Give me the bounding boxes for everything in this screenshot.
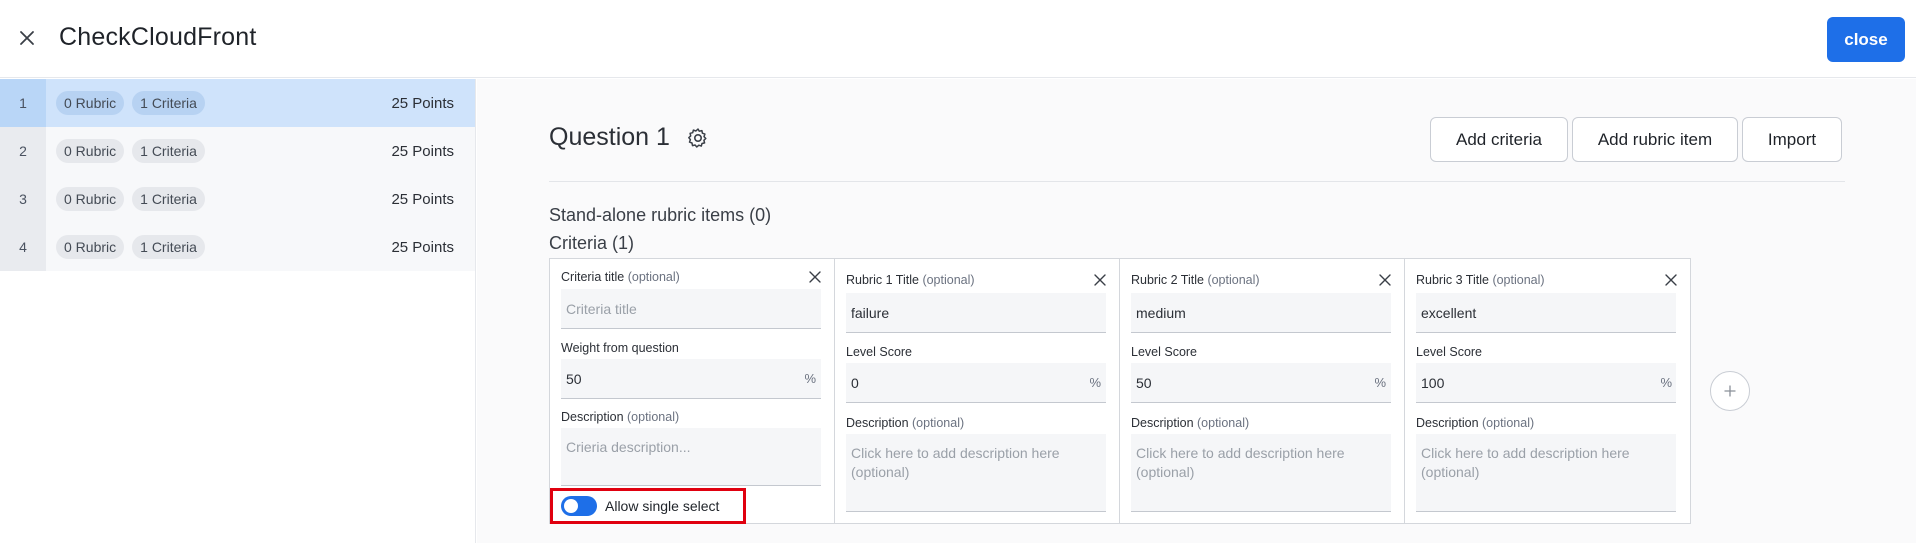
description-label: Description (optional) [1131, 416, 1250, 430]
rubric-description-input[interactable] [846, 434, 1106, 512]
question-number: 3 [0, 175, 46, 223]
close-icon[interactable] [1664, 273, 1678, 287]
rubric-count-badge: 0 Rubric [56, 91, 125, 115]
level-score-label: Level Score [1416, 345, 1483, 359]
add-rubric-column-button[interactable] [1710, 371, 1750, 411]
allow-single-select-label: Allow single select [605, 498, 720, 514]
toggle-knob [564, 499, 578, 513]
question-points: 25 Points [391, 190, 454, 208]
rubric-count-badge: 0 Rubric [56, 187, 125, 211]
rubric-count-badge: 0 Rubric [56, 139, 125, 163]
description-label: Description (optional) [846, 416, 965, 430]
rubric-title-input[interactable] [1416, 293, 1676, 333]
weight-label: Weight from question [561, 341, 679, 355]
rubric-count-badge: 0 Rubric [56, 235, 125, 259]
description-label: Description (optional) [1416, 416, 1535, 430]
level-score-label: Level Score [846, 345, 913, 359]
divider [549, 181, 1845, 182]
plus-icon [1724, 385, 1736, 397]
weight-input[interactable] [561, 359, 821, 399]
criteria-count-badge: 1 Criteria [132, 187, 205, 211]
level-score-input[interactable] [846, 363, 1106, 403]
question-row[interactable]: 3 0 Rubric 1 Criteria 25 Points [0, 175, 475, 223]
percent-sign: % [1374, 375, 1386, 390]
rubric-description-input[interactable] [1416, 434, 1676, 512]
rubric-title-input[interactable] [846, 293, 1106, 333]
question-row[interactable]: 2 0 Rubric 1 Criteria 25 Points [0, 127, 475, 175]
percent-sign: % [1660, 375, 1672, 390]
add-criteria-button[interactable]: Add criteria [1430, 117, 1568, 162]
close-icon[interactable] [1093, 273, 1107, 287]
header: CheckCloudFront close [0, 0, 1916, 78]
question-number: 1 [0, 79, 46, 127]
page-title: CheckCloudFront [59, 23, 257, 51]
criteria-title-label: Criteria title (optional) [561, 270, 680, 284]
criteria-count-badge: 1 Criteria [132, 91, 205, 115]
level-score-input[interactable] [1131, 363, 1391, 403]
question-row[interactable]: 1 0 Rubric 1 Criteria 25 Points [0, 79, 475, 127]
criteria-title-input[interactable] [561, 289, 821, 329]
question-title: Question 1 [549, 123, 670, 151]
criteria-count-badge: 1 Criteria [132, 235, 205, 259]
percent-sign: % [804, 371, 816, 386]
import-button[interactable]: Import [1742, 117, 1842, 162]
criteria-column: Criteria title (optional) Weight from qu… [550, 259, 835, 524]
rubric-column: Rubric 1 Title (optional) Level Score % … [835, 259, 1120, 523]
close-button[interactable]: close [1827, 17, 1905, 62]
criteria-count-badge: 1 Criteria [132, 139, 205, 163]
question-number: 4 [0, 223, 46, 271]
question-row[interactable]: 4 0 Rubric 1 Criteria 25 Points [0, 223, 475, 271]
criteria-description-input[interactable] [561, 428, 821, 486]
level-score-input[interactable] [1416, 363, 1676, 403]
question-list: 1 0 Rubric 1 Criteria 25 Points 2 0 Rubr… [0, 79, 476, 543]
description-label: Description (optional) [561, 410, 680, 424]
question-points: 25 Points [391, 238, 454, 256]
rubric-column: Rubric 2 Title (optional) Level Score % … [1120, 259, 1405, 523]
main-panel: Question 1 Add criteria Add rubric item … [477, 79, 1916, 543]
percent-sign: % [1089, 375, 1101, 390]
criteria-heading: Criteria (1) [549, 233, 635, 253]
allow-single-select-toggle[interactable] [561, 496, 597, 516]
rubric-description-input[interactable] [1131, 434, 1391, 512]
rubric-title-input[interactable] [1131, 293, 1391, 333]
close-icon[interactable] [1378, 273, 1392, 287]
criteria-grid: Criteria title (optional) Weight from qu… [549, 258, 1691, 524]
rubric-column: Rubric 3 Title (optional) Level Score % … [1405, 259, 1690, 523]
question-points: 25 Points [391, 94, 454, 112]
close-icon[interactable] [808, 270, 822, 284]
rubric-title-label: Rubric 1 Title (optional) [846, 273, 975, 287]
level-score-label: Level Score [1131, 345, 1198, 359]
add-rubric-item-button[interactable]: Add rubric item [1572, 117, 1738, 162]
rubric-title-label: Rubric 2 Title (optional) [1131, 273, 1260, 287]
question-points: 25 Points [391, 142, 454, 160]
standalone-heading: Stand-alone rubric items (0) [549, 205, 772, 225]
rubric-title-label: Rubric 3 Title (optional) [1416, 273, 1545, 287]
question-number: 2 [0, 127, 46, 175]
gear-icon[interactable] [686, 126, 710, 150]
close-icon[interactable] [16, 27, 38, 49]
allow-single-select-toggle-group: Allow single select [550, 488, 746, 524]
